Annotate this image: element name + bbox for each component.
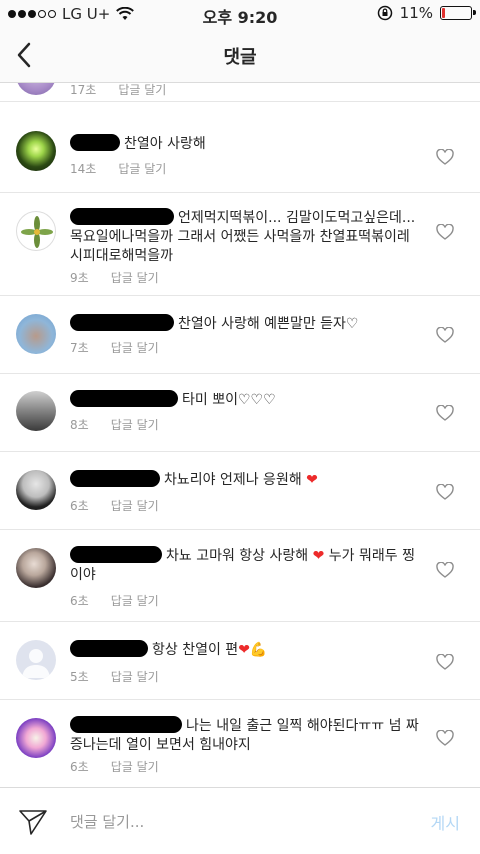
redacted-username <box>70 716 182 733</box>
like-heart-icon[interactable] <box>436 562 454 578</box>
comment-text: 차뇨리야 언제나 응원해 ❤ <box>70 470 420 490</box>
like-heart-icon[interactable] <box>436 405 454 421</box>
reply-link[interactable]: 답글 달기 <box>111 668 159 685</box>
comment-row: 타미 뽀이♡♡♡ 8초 답글 달기 <box>0 374 480 452</box>
page-title: 댓글 <box>223 47 257 68</box>
comment-time: 14초 <box>70 162 97 176</box>
avatar[interactable] <box>16 470 56 510</box>
comment-text: 타미 뽀이♡♡♡ <box>70 390 420 410</box>
reply-link[interactable]: 답글 달기 <box>111 269 159 286</box>
comment-text: 나는 내일 출근 일찍 해야된다ㅠㅠ 넘 짜증나는데 열이 보면서 힘내야지 <box>70 716 420 755</box>
redacted-username <box>70 640 148 657</box>
comment-row: 17초 답글 달기 <box>0 83 480 102</box>
comment-meta: 5초 답글 달기 <box>70 668 159 685</box>
comment-body: 찬열아 사랑해 예쁜말만 듣자♡ <box>178 316 359 332</box>
like-heart-icon[interactable] <box>436 654 454 670</box>
comment-time: 6초 <box>70 499 89 513</box>
comment-row: 항상 찬열이 편❤💪 5초 답글 달기 <box>0 622 480 700</box>
comment-meta: 7초 답글 달기 <box>70 339 159 356</box>
comment-row: 나는 내일 출근 일찍 해야된다ㅠㅠ 넘 짜증나는데 열이 보면서 힘내야지 6… <box>0 700 480 787</box>
reply-link[interactable]: 답글 달기 <box>118 83 166 98</box>
comment-text: 차뇨 고마워 항상 사랑해 ❤ 누가 뭐래두 찡이야 <box>70 546 420 585</box>
battery-percent: 11% <box>399 4 433 22</box>
comment-body: 항상 찬열이 편 <box>152 642 239 658</box>
like-heart-icon[interactable] <box>436 327 454 343</box>
comment-row: 찬열아 사랑해 예쁜말만 듣자♡ 7초 답글 달기 <box>0 296 480 374</box>
reply-link[interactable]: 답글 달기 <box>111 416 159 433</box>
post-button[interactable]: 게시 <box>431 810 460 834</box>
comment-meta: 6초 답글 달기 <box>70 592 159 609</box>
comment-body: 타미 뽀이♡♡♡ <box>182 392 276 408</box>
comment-meta: 17초 답글 달기 <box>70 83 166 98</box>
battery-icon <box>440 6 476 20</box>
leaf-icon <box>21 216 53 248</box>
flexed-biceps-emoji: 💪 <box>249 642 268 658</box>
avatar[interactable] <box>16 391 56 431</box>
redacted-username <box>70 134 120 151</box>
redacted-username <box>70 390 178 407</box>
comment-time: 7초 <box>70 341 89 355</box>
reply-link[interactable]: 답글 달기 <box>111 339 159 356</box>
comment-body: 차뇨리야 언제나 응원해 <box>164 472 302 488</box>
person-silhouette-icon <box>22 649 50 678</box>
comment-time: 6초 <box>70 594 89 608</box>
nav-header: 댓글 <box>0 28 480 83</box>
comment-text: 찬열아 사랑해 <box>70 134 420 154</box>
comment-input[interactable] <box>70 810 400 834</box>
like-heart-icon[interactable] <box>436 149 454 165</box>
comment-row: 언제먹지떡볶이... 김말이도먹고싶은데...목요일에나먹을까 그래서 어쨌든 … <box>0 193 480 296</box>
comment-meta: 6초 답글 달기 <box>70 758 159 775</box>
comment-meta: 14초 답글 달기 <box>70 160 166 177</box>
redacted-username <box>70 470 160 487</box>
comment-meta: 9초 답글 달기 <box>70 269 159 286</box>
comment-time: 8초 <box>70 418 89 432</box>
comment-meta: 6초 답글 달기 <box>70 497 159 514</box>
comment-meta: 8초 답글 달기 <box>70 416 159 433</box>
avatar[interactable] <box>16 548 56 588</box>
default-avatar[interactable] <box>16 640 56 680</box>
comment-row: 차뇨 고마워 항상 사랑해 ❤ 누가 뭐래두 찡이야 6초 답글 달기 <box>0 530 480 622</box>
comment-time: 17초 <box>70 83 97 97</box>
avatar[interactable] <box>16 83 56 95</box>
comment-text: 찬열아 사랑해 예쁜말만 듣자♡ <box>70 314 420 334</box>
avatar[interactable] <box>16 131 56 171</box>
reply-link[interactable]: 답글 달기 <box>111 497 159 514</box>
redacted-username <box>70 546 162 563</box>
like-heart-icon[interactable] <box>436 484 454 500</box>
avatar[interactable] <box>16 314 56 354</box>
comment-time: 6초 <box>70 760 89 774</box>
reply-link[interactable]: 답글 달기 <box>111 592 159 609</box>
redacted-username <box>70 314 174 331</box>
comment-time: 5초 <box>70 670 89 684</box>
red-heart-emoji: ❤ <box>312 548 325 564</box>
rotation-lock-icon <box>377 5 392 21</box>
like-heart-icon[interactable] <box>436 224 454 240</box>
red-heart-emoji: ❤ <box>238 642 250 658</box>
comment-row: 찬열아 사랑해 14초 답글 달기 <box>0 103 480 193</box>
status-bar: LG U+ 오후 9:20 11% <box>0 0 480 28</box>
direct-send-icon[interactable] <box>18 808 48 836</box>
comment-row: 차뇨리야 언제나 응원해 ❤ 6초 답글 달기 <box>0 452 480 530</box>
comment-body: 찬열아 사랑해 <box>124 136 206 152</box>
comment-composer: 게시 <box>0 787 480 854</box>
red-heart-emoji: ❤ <box>306 472 318 488</box>
avatar[interactable] <box>16 718 56 758</box>
like-heart-icon[interactable] <box>436 730 454 746</box>
reply-link[interactable]: 답글 달기 <box>111 758 159 775</box>
reply-link[interactable]: 답글 달기 <box>118 160 166 177</box>
comment-time: 9초 <box>70 271 89 285</box>
status-right: 11% <box>377 4 476 22</box>
comments-list[interactable]: 17초 답글 달기 찬열아 사랑해 14초 답글 달기 언제먹지떡볶이... 김… <box>0 83 480 787</box>
comment-text: 언제먹지떡볶이... 김말이도먹고싶은데...목요일에나먹을까 그래서 어쨌든 … <box>70 208 420 266</box>
redacted-username <box>70 208 174 225</box>
comment-text: 항상 찬열이 편❤💪 <box>70 640 420 660</box>
comment-body: 차뇨 고마워 항상 사랑해 <box>166 548 309 564</box>
avatar[interactable] <box>16 211 56 251</box>
